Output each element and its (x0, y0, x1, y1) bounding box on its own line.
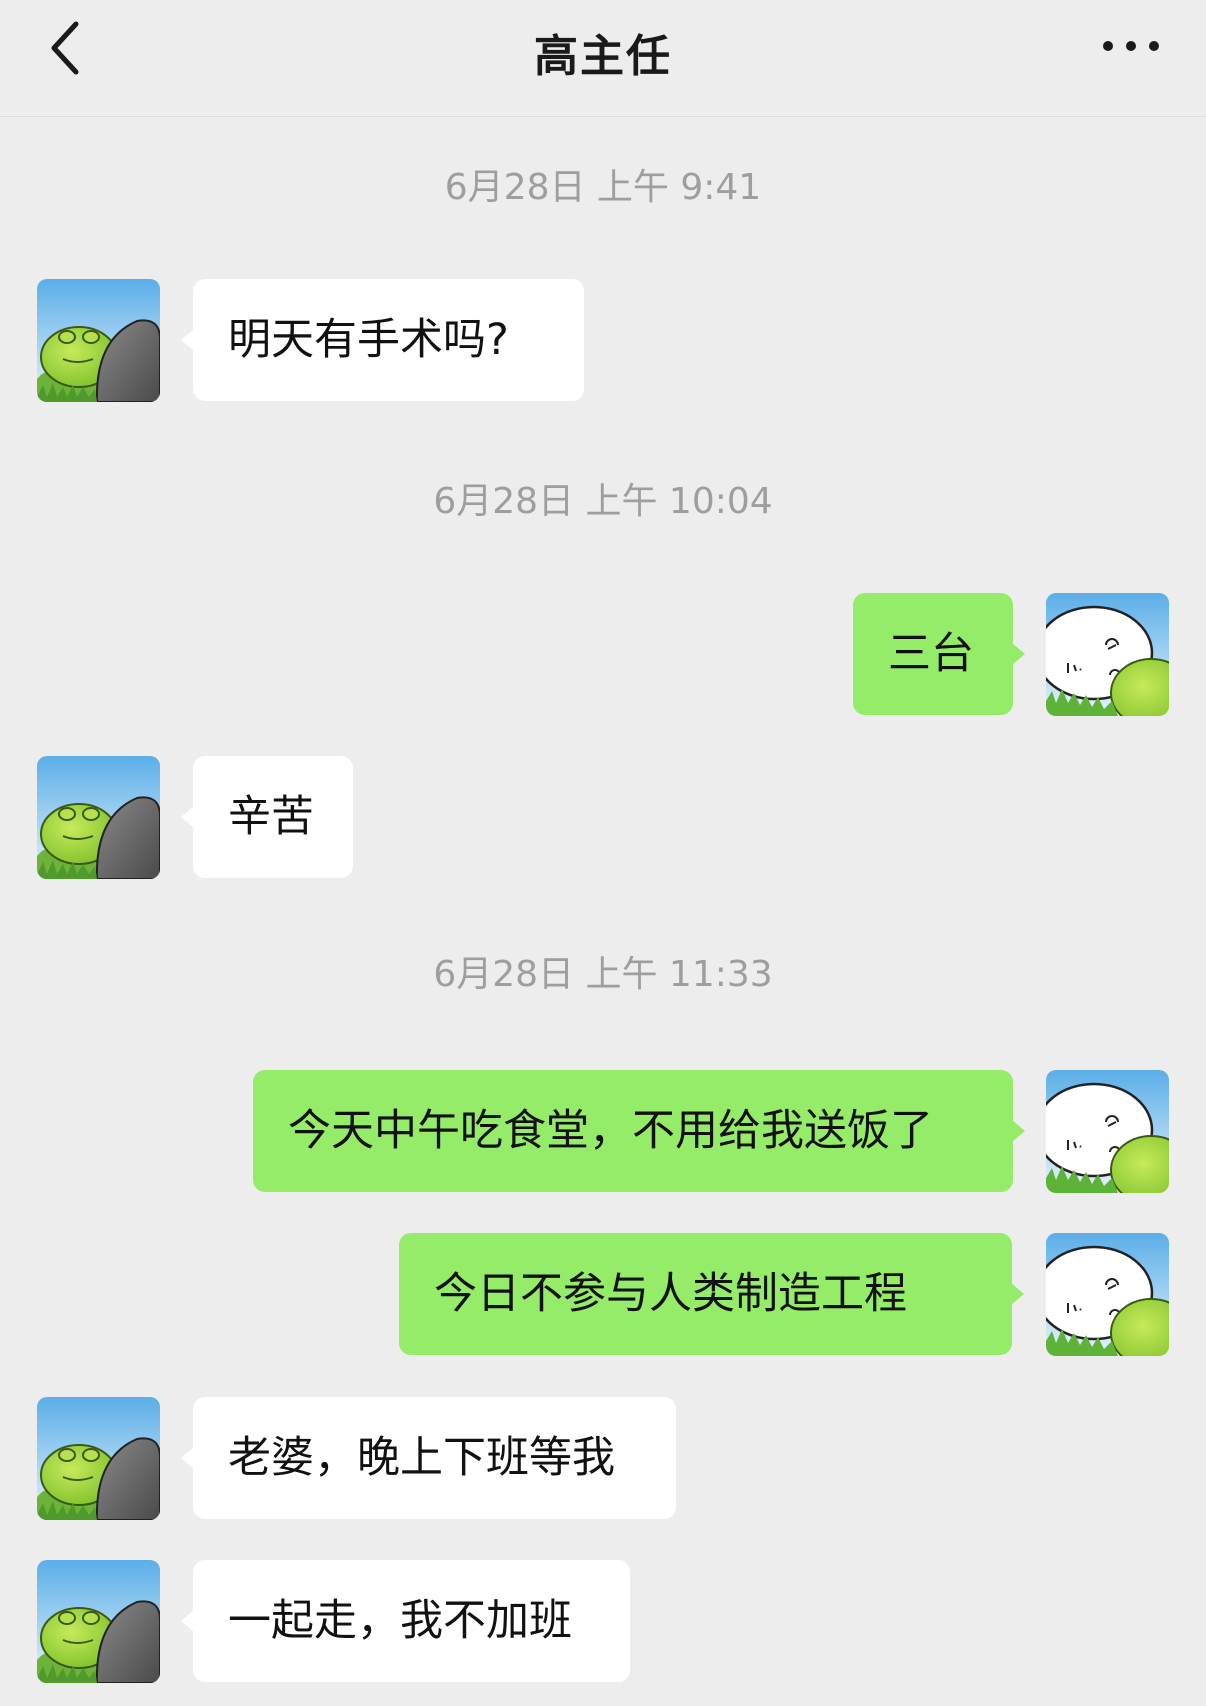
chat-title: 高主任 (534, 31, 672, 82)
my-avatar[interactable] (1046, 1070, 1169, 1193)
contact-avatar[interactable] (37, 1397, 160, 1520)
more-button[interactable] (1096, 28, 1166, 64)
sleepy-face-avatar (1046, 593, 1169, 716)
message-bubble-incoming[interactable]: 辛苦 (181, 756, 353, 878)
frog-and-rock-avatar (37, 756, 160, 879)
contact-avatar[interactable] (37, 279, 160, 402)
contact-avatar[interactable] (37, 1560, 160, 1683)
sleepy-face-avatar (1046, 1070, 1169, 1193)
message-bubble-incoming[interactable]: 一起走，我不加班 (181, 1560, 630, 1682)
timestamp: 6月28日 上午 9:41 (444, 167, 762, 208)
sleepy-face-avatar (1046, 1233, 1169, 1356)
timestamp: 6月28日 上午 11:33 (433, 954, 773, 995)
my-avatar[interactable] (1046, 593, 1169, 716)
frog-and-rock-avatar (37, 279, 160, 402)
my-avatar[interactable] (1046, 1233, 1169, 1356)
more-dots-icon (1103, 41, 1159, 51)
frog-and-rock-avatar (37, 1397, 160, 1520)
frog-and-rock-avatar (37, 1560, 160, 1683)
message-bubble-outgoing[interactable]: 三台 (853, 593, 1025, 715)
message-bubble-outgoing[interactable]: 今日不参与人类制造工程 (399, 1233, 1024, 1355)
timestamp: 6月28日 上午 10:04 (433, 481, 773, 522)
message-bubble-incoming[interactable]: 明天有手术吗? (181, 279, 584, 401)
message-bubble-incoming[interactable]: 老婆，晚上下班等我 (181, 1397, 676, 1519)
message-bubble-outgoing[interactable]: 今天中午吃食堂，不用给我送饭了 (253, 1070, 1025, 1192)
chat-header: 高主任 (0, 0, 1206, 117)
contact-avatar[interactable] (37, 756, 160, 879)
